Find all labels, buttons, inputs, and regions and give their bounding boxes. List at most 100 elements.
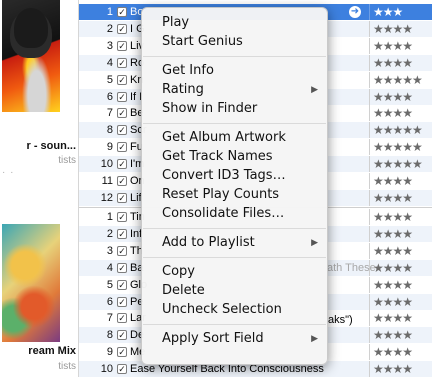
track-number: 2 [106,22,113,35]
menu-item-show-in-finder[interactable]: Show in Finder [142,100,327,118]
menu-item-reset-play-counts[interactable]: Reset Play Counts [142,186,327,204]
track-rating[interactable]: ★★★★ [369,173,432,189]
track-checkbox[interactable]: ✓ [117,313,127,324]
track-checkbox[interactable]: ✓ [117,91,127,102]
track-checkbox[interactable]: ✓ [117,7,127,17]
track-checkbox[interactable]: ✓ [117,125,127,136]
track-number: 11 [101,175,113,187]
track-rating[interactable]: ★★★★ [369,293,432,310]
track-number: 8 [106,124,113,137]
menu-item-label: Consolidate Files… [162,206,285,221]
track-checkbox[interactable]: ✓ [117,40,127,51]
track-number: 9 [106,141,113,154]
menu-item-apply-sort-field[interactable]: Apply Sort Field ▶ [142,330,327,348]
menu-item-rating[interactable]: Rating ▶ [142,81,327,99]
track-checkbox[interactable]: ✓ [117,330,127,341]
track-rating[interactable]: ★★★★ [369,327,432,344]
track-checkbox[interactable]: ✓ [117,262,127,273]
track-rating[interactable]: ★★★★ [369,242,432,259]
track-rating[interactable]: ★★★★ [369,344,432,361]
track-checkbox[interactable]: ✓ [117,364,127,375]
track-number: 1 [106,211,113,223]
menu-item-add-to-playlist[interactable]: Add to Playlist ▶ [142,234,327,252]
track-number: 6 [106,295,113,308]
menu-item-uncheck-selection[interactable]: Uncheck Selection [142,301,327,319]
track-number: 7 [106,107,113,120]
track-rating[interactable]: ★★★★ [369,37,432,54]
menu-item-label: Start Genius [162,34,243,49]
album-rating-dots-1: · · [2,167,15,178]
track-number: 10 [100,158,113,171]
menu-item-get-info[interactable]: Get Info [142,62,327,80]
album-artwork-column: r - soun... tists · · ream Mix tists [0,0,79,377]
menu-item-get-track-names[interactable]: Get Track Names [142,148,327,166]
track-rating[interactable]: ★★★★ [369,209,432,225]
track-checkbox[interactable]: ✓ [117,159,127,170]
track-checkbox[interactable]: ✓ [117,212,127,222]
track-checkbox[interactable]: ✓ [117,142,127,153]
menu-item-label: Apply Sort Field [162,331,264,346]
menu-separator [143,123,326,124]
track-rating[interactable]: ★★★★★ [369,139,432,156]
album-cover-1[interactable] [2,0,60,112]
track-rating[interactable]: ★★★★ [369,20,432,37]
menu-item-label: Uncheck Selection [162,302,282,317]
track-rating[interactable]: ★★★★ [369,361,432,377]
track-number: 9 [106,346,113,359]
track-rating[interactable]: ★★★★ [369,276,432,293]
track-checkbox[interactable]: ✓ [117,296,127,307]
track-checkbox[interactable]: ✓ [117,228,127,239]
submenu-arrow-icon: ▶ [311,238,318,248]
track-checkbox[interactable]: ✓ [117,176,127,186]
track-rating[interactable]: ★★★★ [369,310,432,327]
track-rating[interactable]: ★★★★ [369,259,432,276]
submenu-arrow-icon: ▶ [311,85,318,95]
track-checkbox[interactable]: ✓ [117,74,127,85]
track-number: 7 [106,312,113,325]
track-number: 6 [106,90,113,103]
album-title-1: r - soun... [26,140,77,152]
track-rating[interactable]: ★★★★ [369,54,432,71]
menu-item-start-genius[interactable]: Start Genius [142,33,327,51]
menu-item-label: Reset Play Counts [162,187,280,202]
track-number: 1 [106,6,113,18]
track-number: 8 [106,329,113,342]
track-checkbox[interactable]: ✓ [117,245,127,256]
track-checkbox[interactable]: ✓ [117,347,127,358]
menu-item-label: Convert ID3 Tags… [162,168,286,183]
track-checkbox[interactable]: ✓ [117,23,127,34]
track-checkbox[interactable]: ✓ [117,57,127,68]
menu-item-label: Delete [162,283,205,298]
menu-item-delete[interactable]: Delete [142,282,327,300]
track-number: 5 [106,73,113,86]
track-checkbox[interactable]: ✓ [117,279,127,290]
menu-item-convert-id3-tags[interactable]: Convert ID3 Tags… [142,167,327,185]
track-number: 10 [100,363,113,376]
album-cover-2[interactable] [2,224,60,342]
track-rating[interactable]: ★★★★ [369,88,432,105]
track-number: 2 [106,227,113,240]
track-number: 12 [100,191,113,204]
track-number: 3 [106,39,113,52]
menu-item-label: Show in Finder [162,101,258,116]
menu-item-label: Rating [162,82,204,97]
menu-item-label: Play [162,15,190,30]
track-rating[interactable]: ★★★★★ [369,71,432,88]
menu-item-copy[interactable]: Copy [142,263,327,281]
track-rating[interactable]: ★★★ [369,4,432,20]
track-rating[interactable]: ★★★★ [369,105,432,122]
menu-item-label: Get Album Artwork [162,130,286,145]
menu-item-label: Get Info [162,63,214,78]
track-rating[interactable]: ★★★★ [369,225,432,242]
track-rating[interactable]: ★★★★ [369,189,432,206]
menu-item-consolidate-files[interactable]: Consolidate Files… [142,205,327,223]
go-to-arrow-icon[interactable]: ➜ [349,6,361,18]
track-checkbox[interactable]: ✓ [117,192,127,203]
menu-separator [143,56,326,57]
menu-item-play[interactable]: Play [142,14,327,32]
menu-separator [143,324,326,325]
track-rating[interactable]: ★★★★★ [369,156,432,173]
menu-item-get-album-artwork[interactable]: Get Album Artwork [142,129,327,147]
track-checkbox[interactable]: ✓ [117,108,127,119]
track-rating[interactable]: ★★★★★ [369,122,432,139]
